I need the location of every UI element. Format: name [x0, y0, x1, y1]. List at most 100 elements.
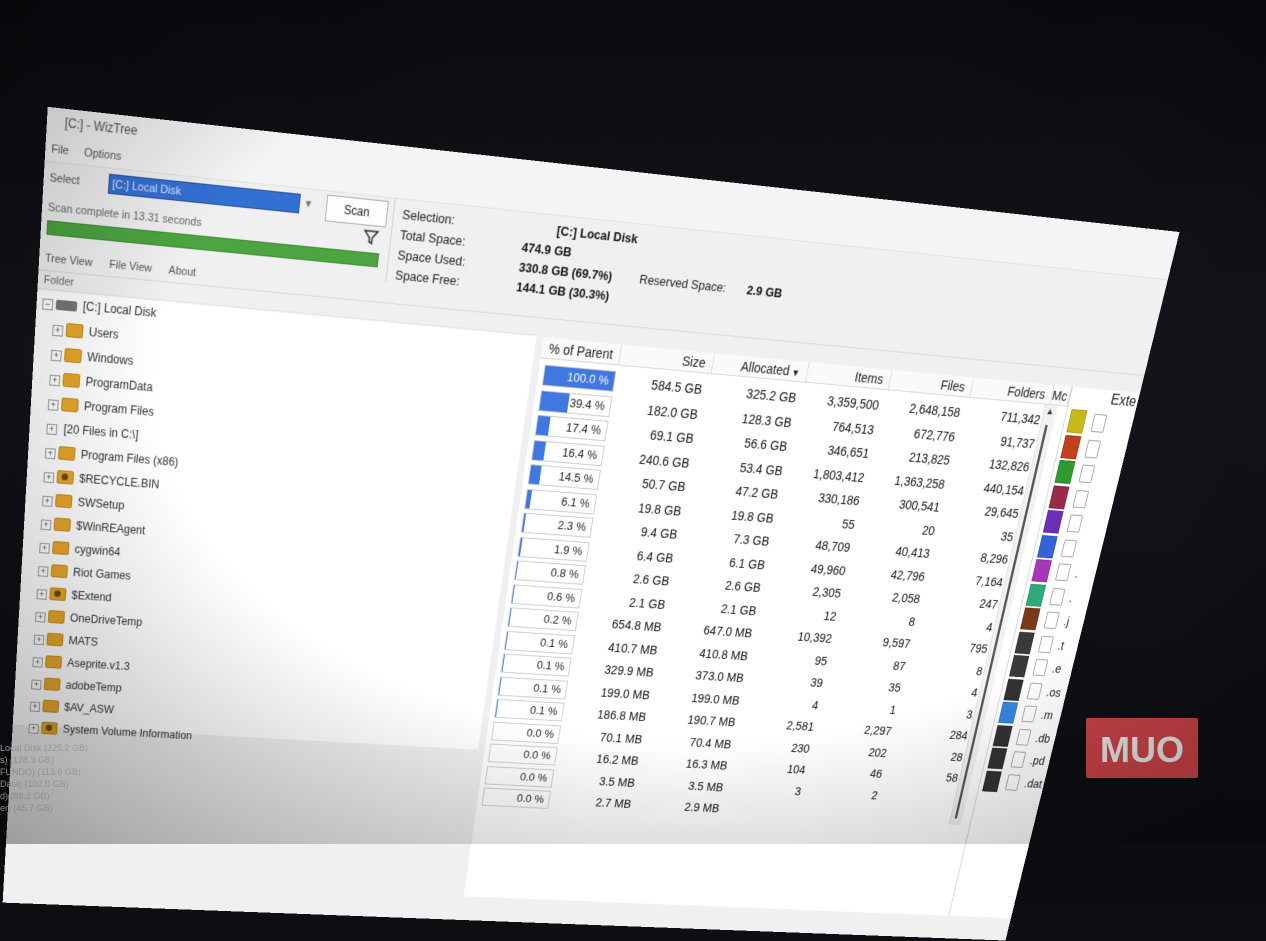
folder-icon	[56, 470, 75, 485]
selection-label: Selection:	[401, 206, 456, 228]
percent-text: 0.2 %	[542, 612, 573, 628]
tree-item[interactable]: + adobeTemp	[14, 671, 122, 694]
tab-tree-view[interactable]: Tree View	[44, 247, 93, 274]
expand-icon[interactable]: +	[50, 349, 62, 362]
col-files-header[interactable]: Files	[888, 369, 975, 398]
tab-about[interactable]: About	[168, 259, 197, 284]
percent-fill	[488, 744, 492, 762]
expand-icon[interactable]: +	[52, 324, 64, 337]
percent-of-parent-bar: 1.9 %	[517, 536, 590, 562]
percent-text: 1.9 %	[553, 541, 584, 558]
percent-of-parent-bar: 0.6 %	[510, 583, 583, 609]
tree-item[interactable]: + System Volume Information	[12, 716, 193, 742]
expand-icon[interactable]: +	[44, 447, 56, 460]
chevron-down-icon[interactable]: ▼	[301, 194, 316, 215]
drive-list-item: FUNDO) (113.6 GB)	[0, 767, 81, 777]
col-items-header[interactable]: Items	[805, 362, 893, 391]
menu-options[interactable]: Options	[83, 141, 122, 168]
percent-text: 0.0 %	[525, 725, 556, 740]
folder-icon	[50, 564, 69, 579]
expand-icon[interactable]: +	[35, 611, 46, 623]
percent-fill	[492, 722, 495, 740]
folder-icon	[57, 446, 76, 461]
folder-icon	[52, 540, 70, 556]
percent-fill	[508, 608, 511, 626]
filter-icon[interactable]	[361, 227, 380, 247]
expand-icon[interactable]: +	[46, 423, 58, 436]
col-size-header[interactable]: Size	[618, 344, 716, 375]
expand-icon[interactable]: +	[31, 679, 42, 690]
folder-icon	[54, 493, 73, 509]
tree-item-label: MATS	[68, 634, 99, 649]
percent-of-parent-bar: 6.1 %	[524, 488, 598, 514]
cell-items	[724, 798, 805, 823]
muo-watermark: MUO	[1086, 718, 1198, 778]
expand-icon[interactable]: +	[47, 399, 59, 411]
tree-item[interactable]: + ProgramData	[32, 365, 153, 394]
expand-icon[interactable]: +	[36, 589, 48, 600]
collapse-icon[interactable]: −	[42, 298, 54, 311]
tree-item[interactable]: + Program Files (x86)	[28, 439, 179, 469]
folder-icon	[46, 632, 64, 647]
tree-item[interactable]: + $Extend	[20, 581, 112, 604]
percent-fill	[504, 631, 508, 649]
reserved-space-label: Reserved Space:	[638, 271, 728, 295]
tree-item[interactable]: + Aseprite.v1.3	[16, 649, 130, 673]
tree-item-label: $AV_ASW	[63, 700, 115, 716]
expand-icon[interactable]: +	[41, 495, 53, 507]
expand-icon[interactable]: +	[37, 566, 49, 577]
expand-icon[interactable]: +	[40, 519, 52, 531]
tree-item[interactable]: + Riot Games	[21, 557, 131, 582]
expand-icon[interactable]: +	[28, 723, 39, 734]
percent-text: 0.0 %	[519, 769, 549, 784]
tree-root[interactable]: − [C:] Local Disk	[36, 290, 157, 320]
percent-of-parent-bar: 0.1 %	[494, 698, 565, 722]
tab-file-view[interactable]: File View	[109, 253, 153, 280]
expand-icon[interactable]: +	[43, 471, 55, 484]
percent-fill	[521, 513, 526, 532]
tree-item[interactable]: + $RECYCLE.BIN	[26, 463, 160, 491]
folder-icon	[53, 517, 72, 532]
folder-icon	[62, 372, 81, 389]
percent-fill	[525, 489, 533, 509]
col-folders-header[interactable]: Folders	[969, 377, 1055, 406]
percent-text: 39.4 %	[568, 395, 606, 413]
scan-button[interactable]: Scan	[324, 194, 389, 228]
tree-item-label: cygwin64	[74, 542, 121, 559]
folder-icon	[65, 322, 84, 339]
tree-item[interactable]: + Windows	[33, 340, 134, 368]
folder-icon	[42, 699, 60, 713]
expand-icon[interactable]: +	[33, 634, 45, 646]
expand-icon[interactable]: +	[39, 542, 50, 554]
cell-files	[801, 802, 882, 826]
total-space-label: Total Space:	[399, 227, 467, 249]
tree-item[interactable]: + MATS	[17, 626, 98, 649]
folder-tree: − [C:] Local Disk + Users + Windows + ProgramDa…	[12, 289, 537, 750]
percent-fill	[482, 788, 485, 805]
extension-column-header[interactable]: Exte	[1109, 392, 1138, 411]
percent-of-parent-bar: 0.0 %	[481, 787, 551, 809]
tree-item[interactable]: + $AV_ASW	[13, 694, 114, 716]
tree-item[interactable]: + $WinREAgent	[24, 511, 146, 537]
col-percent-of-parent-header[interactable]: % of Parent	[540, 337, 623, 366]
tree-item[interactable]: + Program Files	[30, 390, 154, 419]
percent-of-parent-bar: 14.5 %	[527, 464, 601, 490]
percent-fill	[528, 465, 542, 485]
tree-item[interactable]: + cygwin64	[22, 534, 121, 559]
menu-file[interactable]: File	[51, 138, 70, 163]
tree-item[interactable]: + Users	[35, 315, 119, 342]
tree-item[interactable]: + OneDriveTemp	[18, 604, 143, 629]
expand-icon[interactable]: +	[32, 657, 43, 668]
percent-text: 0.8 %	[549, 565, 580, 581]
percent-text: 0.1 %	[532, 680, 562, 696]
tree-item[interactable]: + [20 Files in C:\]	[29, 414, 139, 442]
expand-icon[interactable]: +	[29, 701, 41, 712]
column-header-label: Folders	[1006, 383, 1047, 402]
expand-icon[interactable]: +	[49, 374, 61, 387]
tree-item[interactable]: + SWSetup	[25, 487, 125, 512]
percent-text: 0.0 %	[516, 791, 545, 806]
window-title: [C:] - WizTree	[64, 115, 138, 139]
percent-of-parent-bar: 0.0 %	[491, 721, 562, 744]
menu-bar: File Options	[44, 137, 1173, 281]
folder-icon	[63, 347, 82, 364]
